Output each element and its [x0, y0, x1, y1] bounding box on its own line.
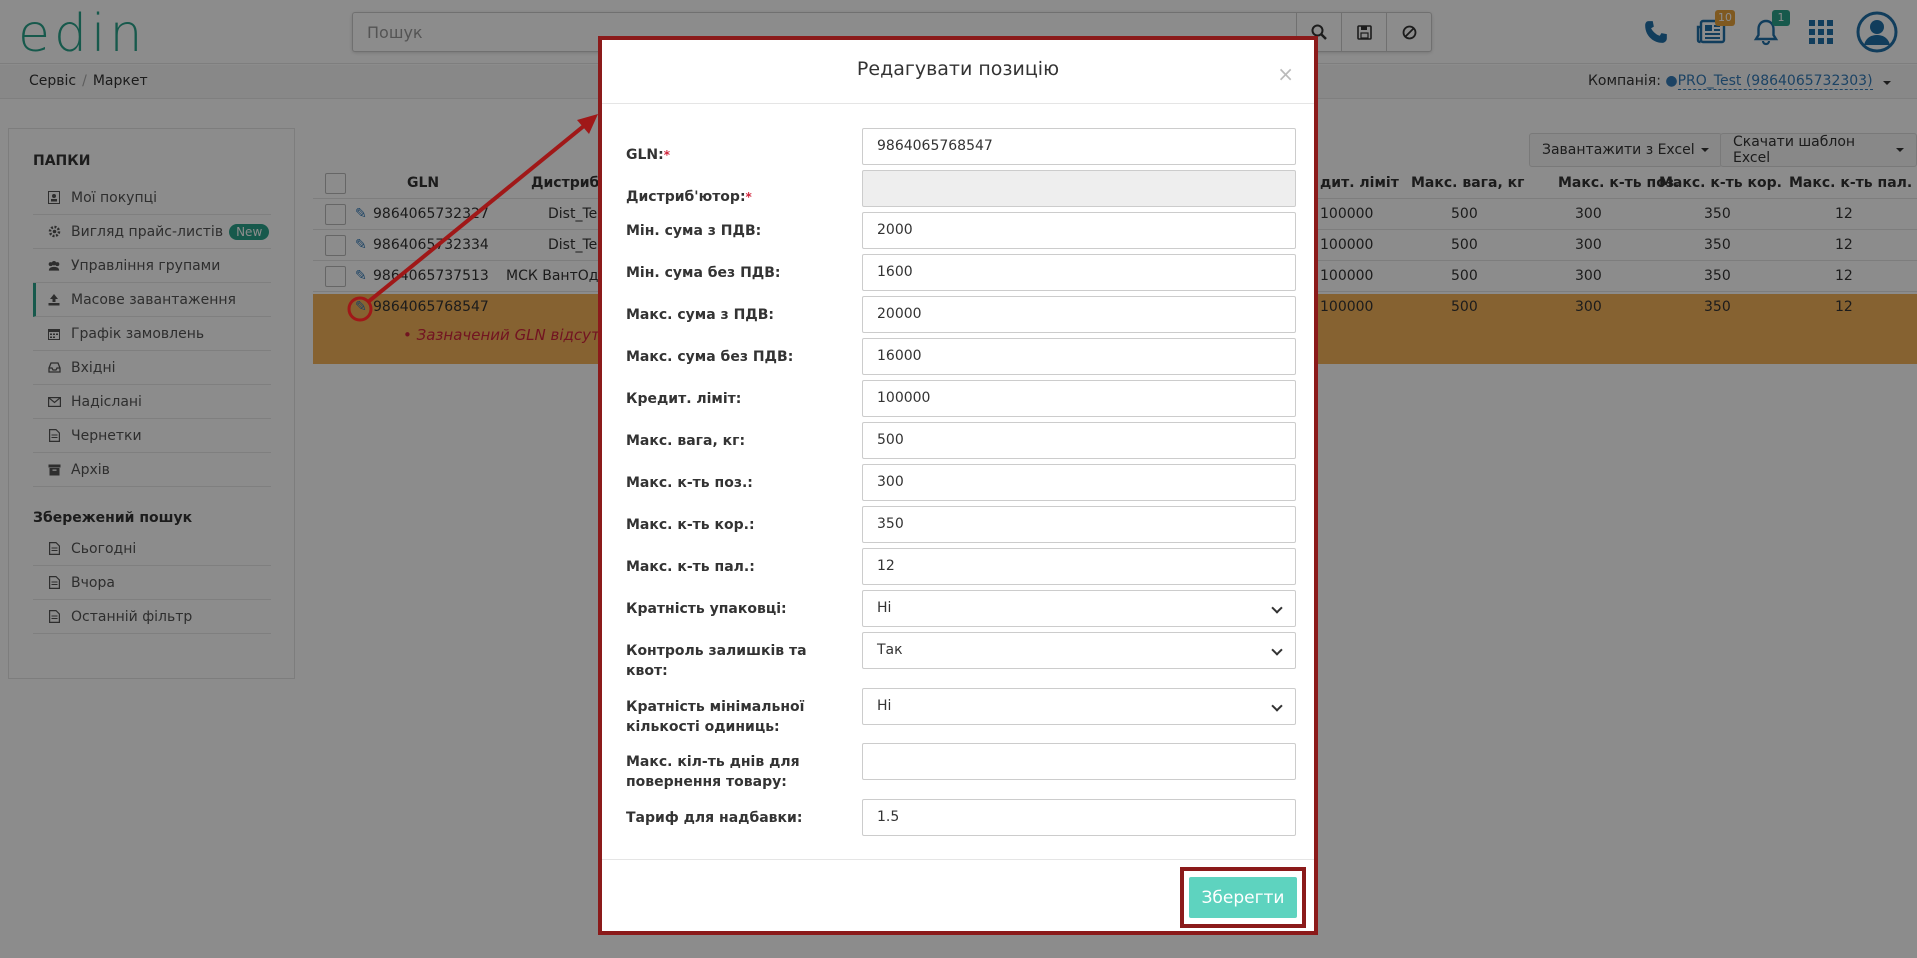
max-weight-input[interactable]: 500	[862, 422, 1296, 459]
distributor-input	[862, 170, 1296, 207]
field-label: Кредит. ліміт:	[626, 391, 742, 407]
modal-footer: Зберегти	[602, 859, 1314, 935]
min-sum-vat-input[interactable]: 2000	[862, 212, 1296, 249]
field-label: Мін. сума з ПДВ:	[626, 223, 762, 239]
field-label: Макс. кіл-ть днів для повернення товару:	[626, 754, 800, 790]
save-highlight-frame: Зберегти	[1180, 867, 1306, 928]
field-label: Мін. сума без ПДВ:	[626, 265, 781, 281]
field-label: Тариф для надбавки:	[626, 810, 803, 826]
edit-position-modal: Редагувати позицію × GLN:* 9864065768547…	[598, 36, 1318, 935]
field-label: Дистриб'ютор:*	[626, 189, 752, 205]
save-button[interactable]: Зберегти	[1189, 877, 1297, 918]
field-label: Макс. сума з ПДВ:	[626, 307, 775, 323]
return-days-input[interactable]	[862, 743, 1296, 780]
field-label: Кратність мінімальної кількості одиниць:	[626, 699, 805, 735]
max-sum-novat-input[interactable]: 16000	[862, 338, 1296, 375]
max-sum-vat-input[interactable]: 20000	[862, 296, 1296, 333]
field-label: Макс. сума без ПДВ:	[626, 349, 794, 365]
max-positions-input[interactable]: 300	[862, 464, 1296, 501]
modal-title: Редагувати позицію	[856, 58, 1060, 80]
field-label: Макс. к-ть пал.:	[626, 559, 755, 575]
gln-input[interactable]: 9864065768547	[862, 128, 1296, 165]
modal-header: Редагувати позицію ×	[602, 40, 1314, 104]
field-label: Контроль залишків та квот:	[626, 643, 807, 679]
min-qty-multiplicity-select[interactable]: Ні	[862, 688, 1296, 725]
credit-limit-input[interactable]: 100000	[862, 380, 1296, 417]
max-boxes-input[interactable]: 350	[862, 506, 1296, 543]
min-sum-novat-input[interactable]: 1600	[862, 254, 1296, 291]
markup-tariff-input[interactable]: 1.5	[862, 799, 1296, 836]
close-icon[interactable]: ×	[1277, 62, 1294, 86]
max-pallets-input[interactable]: 12	[862, 548, 1296, 585]
package-multiplicity-select[interactable]: Ні	[862, 590, 1296, 627]
field-label: Макс. вага, кг:	[626, 433, 746, 449]
field-label: GLN:*	[626, 147, 671, 163]
field-label: Кратність упаковці:	[626, 601, 787, 617]
stock-control-select[interactable]: Так	[862, 632, 1296, 669]
field-label: Макс. к-ть кор.:	[626, 517, 755, 533]
field-label: Макс. к-ть поз.:	[626, 475, 753, 491]
